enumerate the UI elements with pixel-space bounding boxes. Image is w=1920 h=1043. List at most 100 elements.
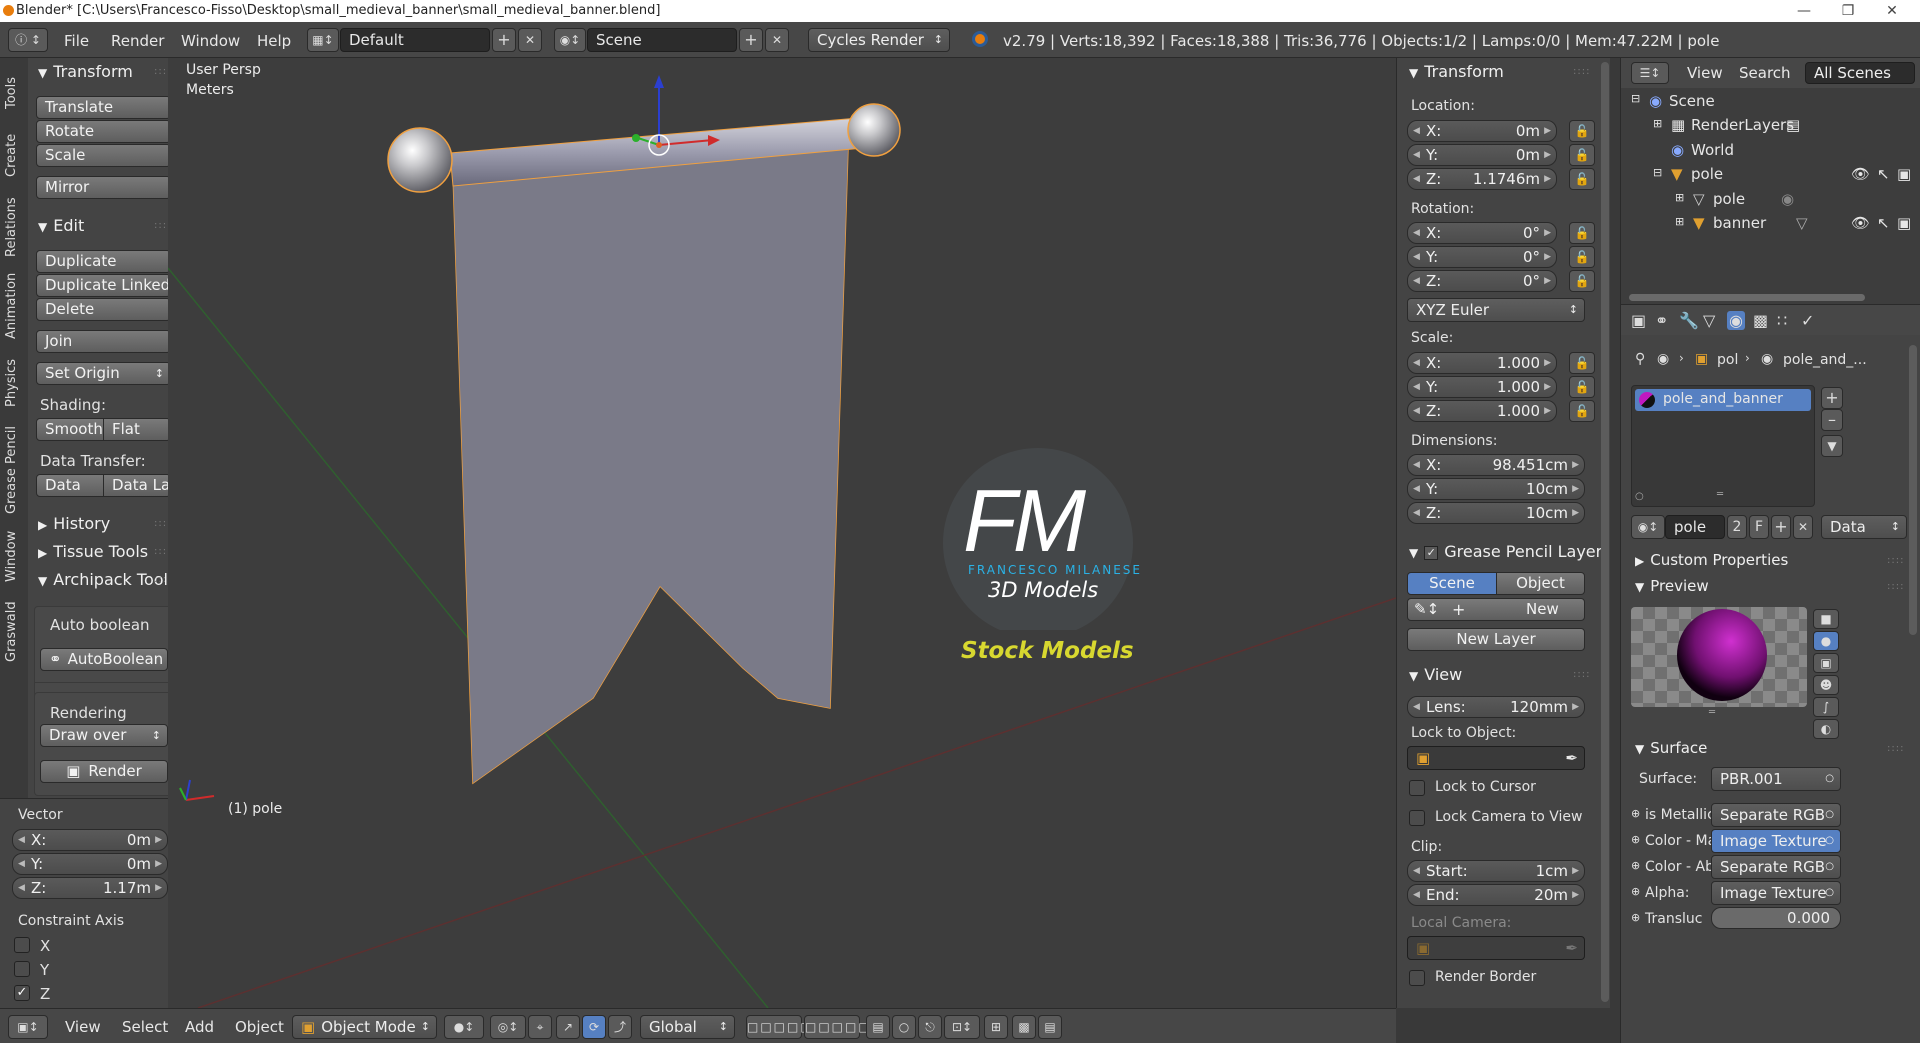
input-alpha-dropdown[interactable]: Image Texture ○ [1711, 881, 1841, 905]
render-camera-icon[interactable]: ▣ [1897, 165, 1911, 183]
eyedropper-icon[interactable]: ✒ [1565, 747, 1578, 769]
expand-icon[interactable]: ⊞ [1653, 117, 1662, 130]
auto-boolean-button[interactable]: ⚭ AutoBoolean [40, 648, 168, 671]
input-transluc-field[interactable]: 0.000 [1711, 907, 1841, 929]
scale-z-field[interactable]: ◀ Z: 1.000 ▶ [1407, 400, 1557, 422]
data-layout-button[interactable]: Data La [103, 474, 171, 497]
outliner-banner[interactable]: banner [1713, 214, 1766, 232]
eye-icon[interactable]: 👁 [1851, 214, 1870, 232]
3d-viewport[interactable]: User Persp Meters (1) pole FM FRANCESCO … [168, 58, 1396, 1008]
physics-tab-icon[interactable]: ✓ [1801, 311, 1814, 330]
rotation-x-field[interactable]: ◀ X: 0° ▶ [1407, 222, 1557, 244]
menu-view[interactable]: View [65, 1018, 101, 1036]
editor-type-outliner-icon[interactable]: ☰↕ [1631, 62, 1669, 84]
menu-select[interactable]: Select [122, 1018, 168, 1036]
preview-sphere-icon[interactable]: ● [1813, 631, 1839, 651]
join-button[interactable]: Join [36, 330, 171, 353]
duplicate-linked-button[interactable]: Duplicate Linked [36, 274, 171, 297]
transform-panel-header[interactable]: ▼ Transform [38, 62, 133, 81]
unlink-material-icon[interactable]: ✕ [1793, 515, 1813, 539]
socket-icon[interactable]: ⊕ [1631, 807, 1640, 820]
material-slot-item[interactable]: pole_and_banner [1635, 389, 1811, 411]
lock-cursor-checkbox[interactable] [1409, 780, 1425, 796]
outliner-render-layers[interactable]: RenderLayers [1691, 116, 1794, 134]
custom-properties-header[interactable]: ▶ Custom Properties [1635, 551, 1788, 569]
menu-add[interactable]: Add [185, 1018, 214, 1036]
grease-pencil-layer-header[interactable]: ▼ ✓ Grease Pencil Layer [1409, 542, 1602, 561]
input-color-ab-dropdown[interactable]: Separate RGB ○ [1711, 855, 1841, 879]
constraint-x-checkbox[interactable] [14, 937, 30, 953]
socket-icon[interactable]: ⊕ [1631, 885, 1640, 898]
remove-slot-icon[interactable]: – [1821, 409, 1843, 431]
data-tab-icon[interactable]: ▽ [1703, 311, 1715, 330]
surface-header[interactable]: ▼ Surface [1635, 739, 1707, 757]
lock-icon[interactable]: 🔓 [1569, 222, 1595, 244]
set-origin-dropdown[interactable]: Set Origin ↕ [36, 362, 171, 385]
lock-layers-icon[interactable]: ▤ [866, 1015, 890, 1039]
clip-end-field[interactable]: ◀ End: 20m ▶ [1407, 884, 1585, 906]
draw-over-dropdown[interactable]: Draw over ↕ [40, 724, 168, 747]
duplicate-button[interactable]: Duplicate [36, 250, 171, 273]
render-still-icon[interactable]: ▩ [1012, 1015, 1036, 1039]
flat-button[interactable]: Flat [103, 418, 171, 441]
grip-icon[interactable]: :::: [1573, 66, 1590, 77]
particles-tab-icon[interactable]: ∷ [1777, 311, 1787, 330]
tab-relations[interactable]: Relations [4, 192, 24, 262]
outliner-display-mode-dropdown[interactable]: All Scenes [1805, 62, 1915, 84]
gizmo-y-handle[interactable] [632, 134, 640, 142]
cursor-icon[interactable]: ↖ [1877, 214, 1890, 232]
lock-icon[interactable]: 🔓 [1569, 144, 1595, 166]
mode-dropdown[interactable]: ▣ Object Mode ↕ [292, 1015, 437, 1039]
outliner-menu-search[interactable]: Search [1739, 64, 1791, 82]
location-y-field[interactable]: ◀ Y: 0m ▶ [1407, 144, 1557, 166]
location-x-field[interactable]: ◀ X: 0m ▶ [1407, 120, 1557, 142]
constraint-z-checkbox[interactable]: ✓ [14, 985, 30, 1001]
remove-scene-icon[interactable]: ✕ [765, 28, 789, 52]
local-camera-field[interactable]: ▣ ✒ [1407, 936, 1585, 960]
dimensions-z-field[interactable]: ◀ Z: 10cm ▶ [1407, 502, 1585, 524]
tab-window[interactable]: Window [4, 524, 24, 588]
data-transfer-button[interactable]: Data [36, 474, 104, 497]
lock-icon[interactable]: 🔓 [1569, 168, 1595, 190]
rotation-mode-dropdown[interactable]: XYZ Euler ↕ [1407, 298, 1585, 322]
grip-icon[interactable]: :::: [1573, 669, 1590, 680]
edit-panel-header[interactable]: ▼ Edit [38, 216, 84, 235]
lock-camera-checkbox[interactable] [1409, 810, 1425, 826]
outliner-scrollbar[interactable] [1629, 294, 1865, 301]
tab-create[interactable]: Create [4, 122, 24, 188]
tissue-panel-header[interactable]: ▶ Tissue Tools [38, 542, 148, 561]
render-animation-icon[interactable]: ▤ [1038, 1015, 1062, 1039]
gp-layer-checkbox[interactable]: ✓ [1424, 545, 1439, 560]
maximize-icon[interactable]: ❐ [1826, 0, 1870, 22]
smooth-button[interactable]: Smooth [36, 418, 104, 441]
screen-layout-field[interactable]: Default [340, 28, 490, 52]
editor-type-info-icon[interactable]: ⓘ ↕ [8, 28, 48, 52]
lock-icon[interactable]: 🔓 [1569, 246, 1595, 268]
eye-icon[interactable]: 👁 [1851, 165, 1870, 183]
tab-graswald[interactable]: Graswald [4, 592, 24, 672]
lens-field[interactable]: ◀ Lens: 120mm ▶ [1407, 696, 1585, 718]
preview-sky-icon[interactable]: ◐ [1813, 719, 1839, 739]
proportional-edit-icon[interactable]: ○ [892, 1015, 916, 1039]
object-tab-icon[interactable]: ▣ [1631, 311, 1646, 330]
expand-icon[interactable]: ⊞ [1675, 215, 1684, 228]
tab-tools[interactable]: Tools [4, 68, 24, 118]
snap-toggle-icon[interactable]: ⎋ [918, 1015, 942, 1039]
scale-button[interactable]: Scale [36, 144, 171, 167]
preview-header[interactable]: ▼ Preview [1635, 577, 1709, 595]
menu-help[interactable]: Help [257, 32, 291, 50]
rotation-z-field[interactable]: ◀ Z: 0° ▶ [1407, 270, 1557, 292]
preview-hair-icon[interactable]: ∫ [1813, 697, 1839, 717]
manipulator-toggle-icon[interactable]: ⌖ [528, 1015, 552, 1039]
remove-screen-icon[interactable]: ✕ [518, 28, 542, 52]
grip-icon[interactable]: :::: [1887, 743, 1904, 754]
eyedropper-icon[interactable]: ✒ [1565, 937, 1578, 959]
expand-icon[interactable]: ⊟ [1631, 92, 1640, 105]
close-icon[interactable]: ✕ [1870, 0, 1914, 22]
new-material-icon[interactable]: + [1771, 515, 1791, 539]
rotation-y-field[interactable]: ◀ Y: 0° ▶ [1407, 246, 1557, 268]
input-is-metallic-dropdown[interactable]: Separate RGB ○ [1711, 803, 1841, 827]
lock-icon[interactable]: 🔓 [1569, 376, 1595, 398]
view-panel-header[interactable]: ▼ View [1409, 665, 1462, 684]
input-color-ma-dropdown[interactable]: Image Texture ○ [1711, 829, 1841, 853]
